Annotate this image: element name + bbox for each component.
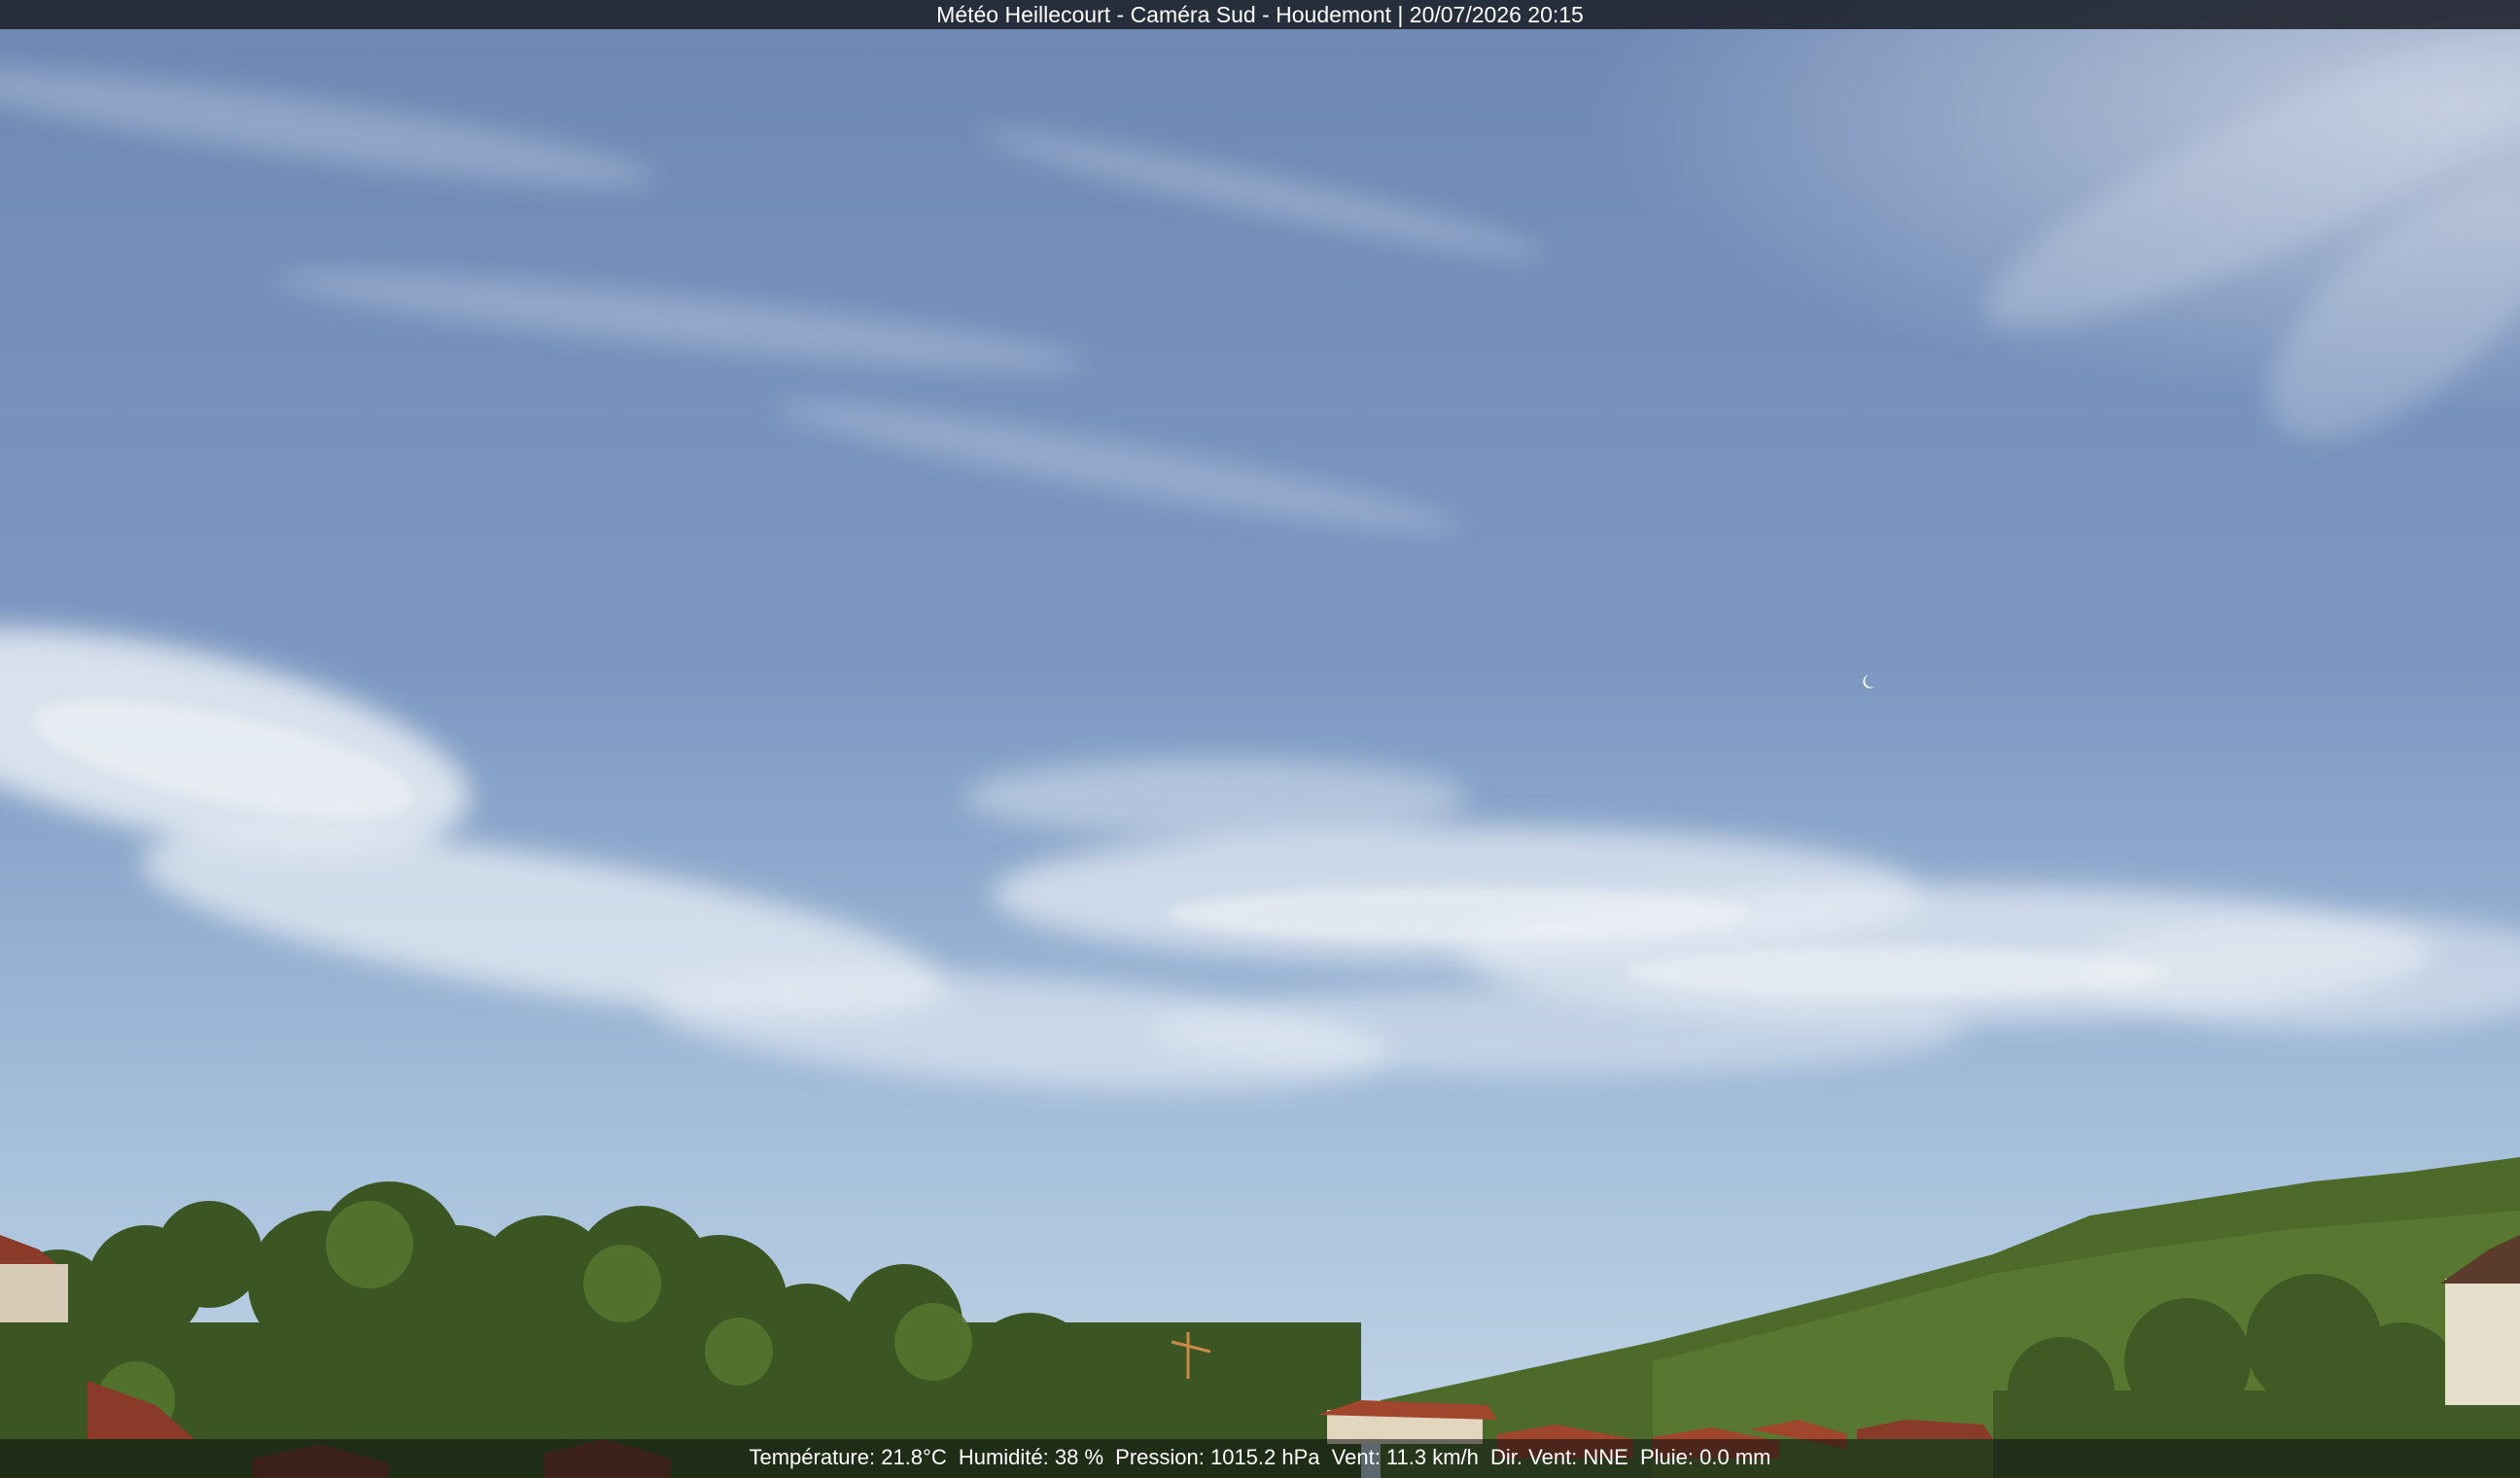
weather-status-bar: Température: 21.8°C Humidité: 38 % Press… bbox=[0, 1439, 2520, 1478]
pressure-reading: Pression: 1015.2 hPa bbox=[1115, 1445, 1320, 1469]
temperature-reading: Température: 21.8°C bbox=[749, 1445, 947, 1469]
wind-direction-reading: Dir. Vent: NNE bbox=[1490, 1445, 1628, 1469]
camera-title: Météo Heillecourt - Caméra Sud - Houdemo… bbox=[936, 2, 1584, 27]
wind-speed-reading: Vent: 11.3 km/h bbox=[1331, 1445, 1479, 1469]
humidity-reading: Humidité: 38 % bbox=[958, 1445, 1104, 1469]
webcam-image bbox=[0, 0, 2520, 1478]
title-bar: Météo Heillecourt - Caméra Sud - Houdemo… bbox=[0, 0, 2520, 29]
rain-reading: Pluie: 0.0 mm bbox=[1640, 1445, 1771, 1469]
